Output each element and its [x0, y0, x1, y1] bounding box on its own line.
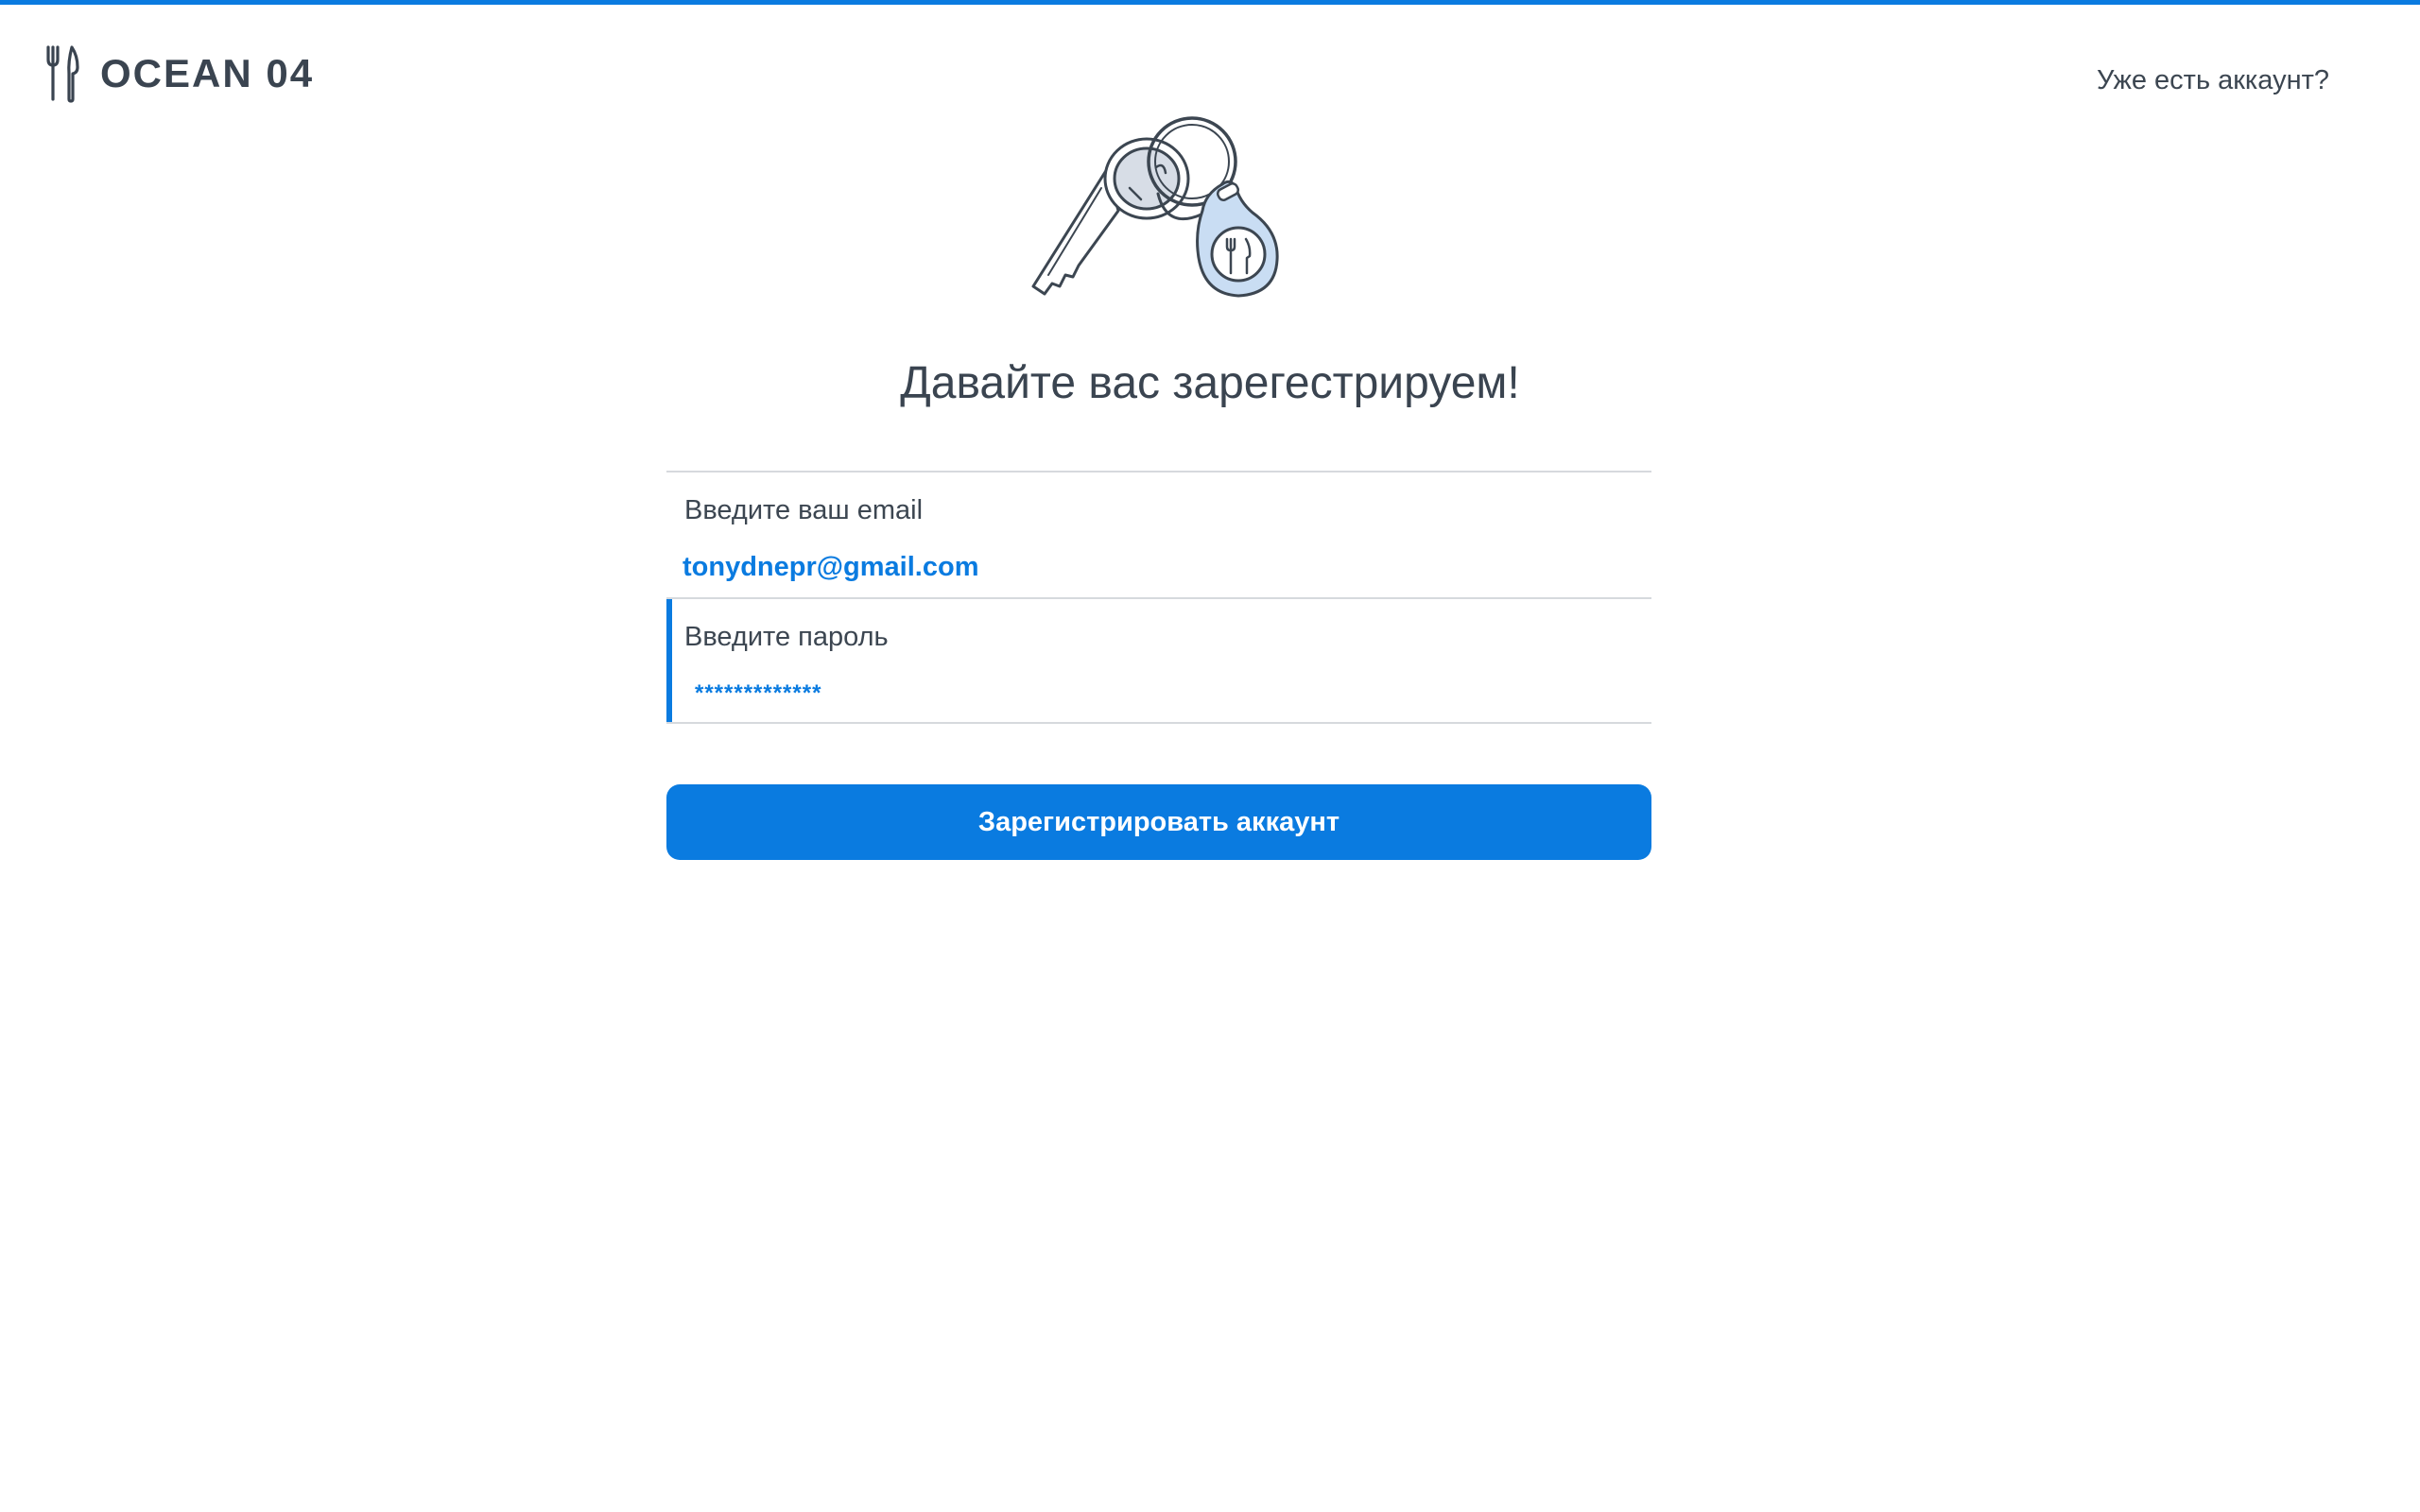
- password-label: Введите пароль: [684, 622, 889, 652]
- register-account-button[interactable]: Зарегистрировать аккаунт: [666, 784, 1651, 860]
- brand-name: OCEAN 04: [100, 51, 315, 95]
- signin-link[interactable]: Уже есть аккаунт?: [2097, 65, 2329, 96]
- email-input[interactable]: [683, 546, 1628, 588]
- password-field-group: Введите пароль: [666, 597, 1651, 724]
- registration-form: Введите ваш email Введите пароль: [666, 471, 1651, 724]
- top-accent-bar: [0, 0, 2420, 5]
- keys-with-keychain-icon: [1031, 116, 1279, 298]
- password-input[interactable]: [695, 673, 1640, 714]
- email-label: Введите ваш email: [684, 495, 924, 525]
- page-title: Давайте вас зарегестрируем!: [900, 358, 1520, 408]
- fork-knife-icon: [46, 45, 79, 103]
- email-field-group: Введите ваш email: [666, 471, 1651, 597]
- brand-logo[interactable]: OCEAN 04: [43, 43, 314, 104]
